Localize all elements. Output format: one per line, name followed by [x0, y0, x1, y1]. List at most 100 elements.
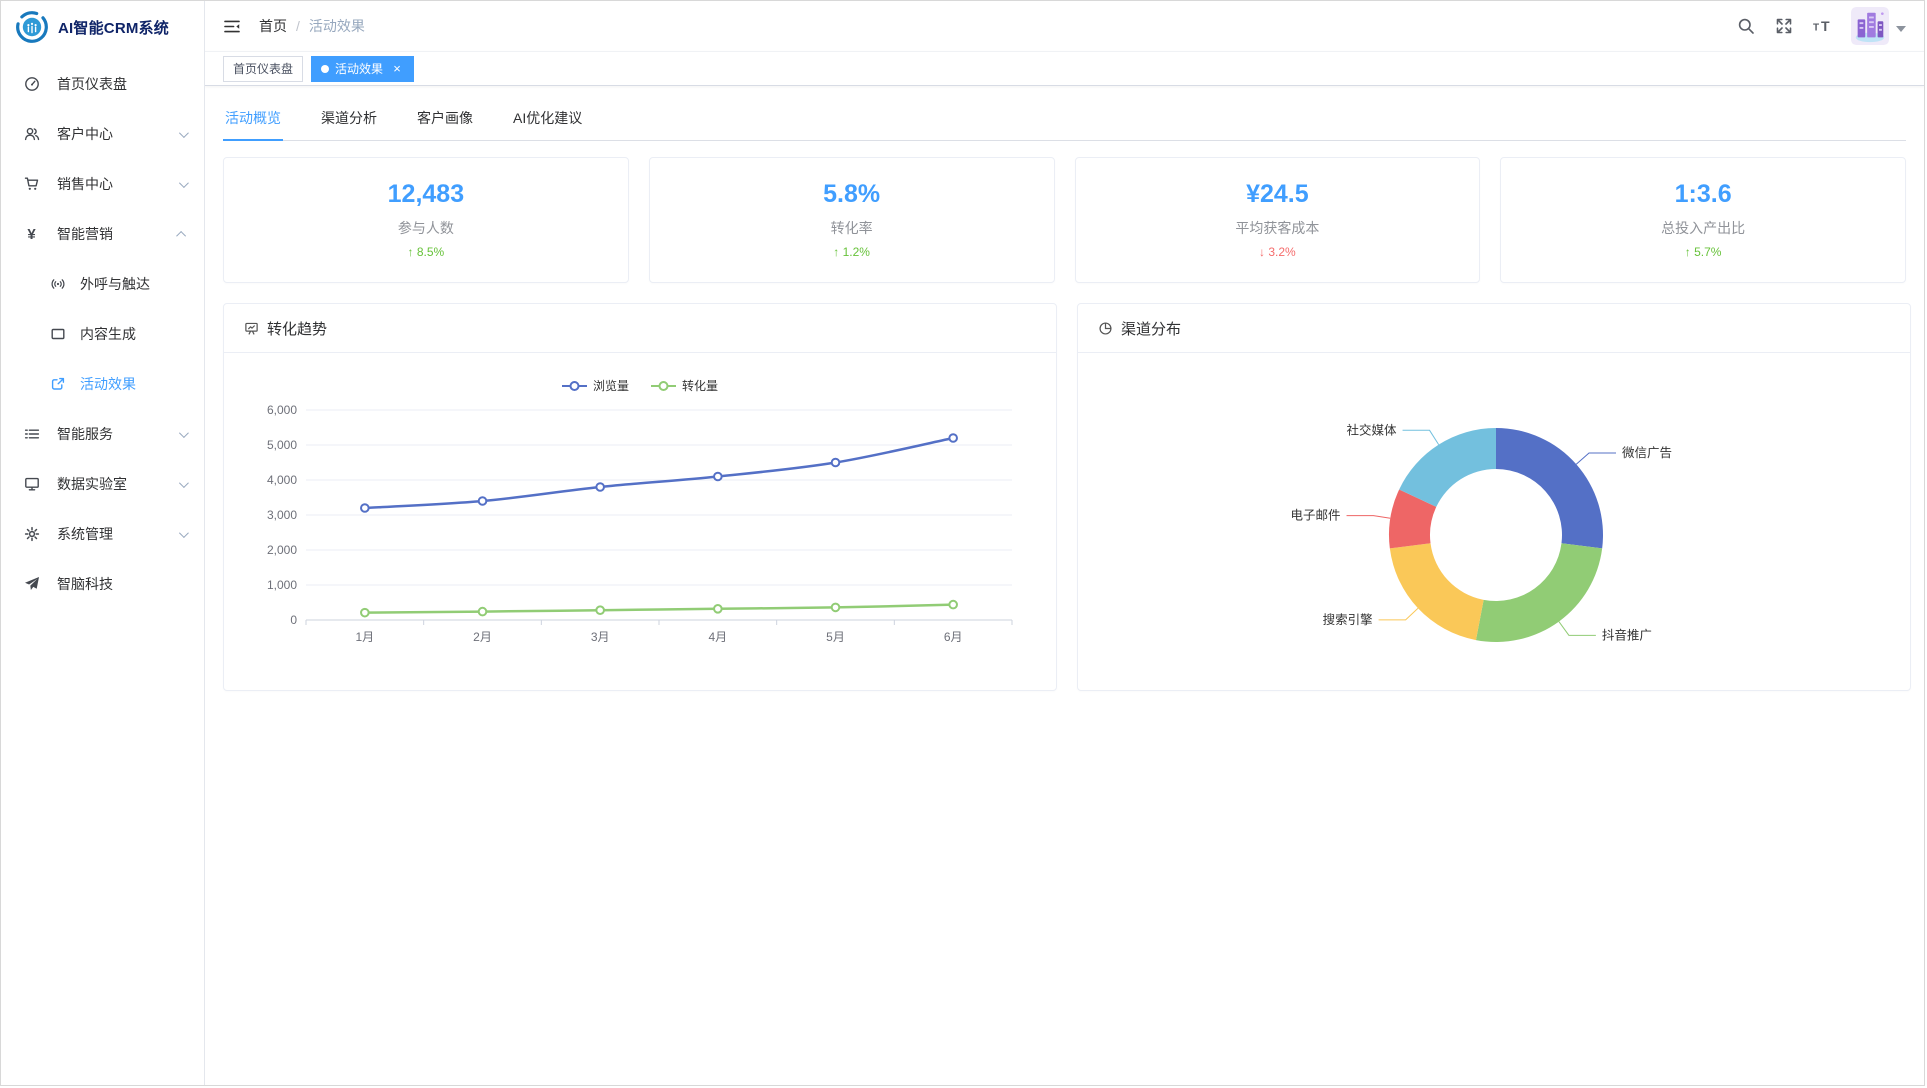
breadcrumb-home[interactable]: 首页	[259, 16, 287, 36]
content: 活动概览渠道分析客户画像 AI优化建议 12,483 参与人数 ↑ 8.5% 5.8%转…	[205, 86, 1924, 1085]
trend-panel: 转化趋势 浏览量 转化量 0 1,000 2,000 3,000 4,000 5,000 6,…	[223, 303, 1057, 691]
stat-card: 5.8%转化率↑ 1.2%	[649, 157, 1055, 283]
sidebar-item-label: 智能服务	[57, 424, 179, 444]
trend-panel-header: 转化趋势	[224, 304, 1056, 353]
svg-text:1,000: 1,000	[267, 578, 297, 592]
lab-icon	[23, 476, 40, 492]
stat-trend: ↑ 8.5%	[408, 245, 445, 259]
sidebar-item-customer-center[interactable]: 客户中心	[1, 109, 204, 159]
stat-value: ¥24.5	[1246, 181, 1309, 209]
line-chart: 01,0002,0003,0004,0005,0006,0001月2月3月4月5…	[244, 396, 1036, 658]
pie-chart-icon	[1098, 321, 1113, 336]
font-size-icon[interactable]: T T	[1811, 16, 1835, 36]
gear-icon	[23, 526, 40, 542]
cart-icon	[23, 176, 40, 192]
svg-text:6月: 6月	[944, 630, 963, 644]
chevron-down-icon	[179, 178, 189, 188]
channel-panel-title: 渠道分布	[1121, 318, 1181, 339]
svg-text:社交媒体: 社交媒体	[1347, 422, 1398, 437]
tab-customer-profile[interactable]: 客户画像	[415, 98, 475, 140]
stat-label: 转化率	[831, 218, 873, 238]
sidebar-item-label: 智脑科技	[57, 574, 186, 594]
legend-item-转化量[interactable]: 转化量	[651, 377, 718, 394]
channel-panel-body: 微信广告抖音推广 搜索引擎 电子邮件 社交媒体	[1078, 353, 1910, 695]
breadcrumb: 首页 / 活动效果	[259, 16, 365, 36]
users-icon	[23, 126, 40, 142]
sidebar-item-sales-center[interactable]: 销售中心	[1, 159, 204, 209]
avatar	[1851, 7, 1889, 45]
sidebar-item-smart-marketing[interactable]: ¥ 智能营销	[1, 209, 204, 259]
svg-text:T: T	[1813, 23, 1819, 34]
svg-text:抖音推广: 抖音推广	[1602, 627, 1652, 642]
channel-panel: 渠道分布 微信广告抖音推广 搜索引擎 电子邮件 社交媒体	[1077, 303, 1911, 691]
stat-card: 12,483 参与人数 ↑ 8.5%	[223, 157, 629, 283]
search-icon[interactable]	[1735, 15, 1757, 37]
breadcrumb-current: 活动效果	[309, 16, 365, 36]
main-column: 首页 / 活动效果 T T	[205, 1, 1924, 1085]
sidebar-item-data-lab[interactable]: 数据实验室	[1, 459, 204, 509]
svg-text:4,000: 4,000	[267, 473, 297, 487]
svg-text:2,000: 2,000	[267, 543, 297, 557]
sidebar-item-outbound-reach[interactable]: 外呼与触达	[1, 259, 204, 309]
sidebar-item-content-generation[interactable]: 内容生成	[1, 309, 204, 359]
chevron-down-icon	[179, 478, 189, 488]
stat-value: 12,483	[388, 181, 464, 209]
svg-text:T: T	[1821, 18, 1830, 34]
sidebar-item-label: 智能营销	[57, 224, 179, 244]
active-tag-dot	[321, 65, 329, 73]
collapse-sidebar-icon[interactable]	[223, 19, 241, 34]
stat-trend: ↓ 3.2%	[1259, 245, 1296, 259]
dashboard-icon	[23, 76, 40, 92]
sidebar-item-campaign-effect[interactable]: 活动效果	[1, 359, 204, 409]
svg-text:3,000: 3,000	[267, 508, 297, 522]
trend-legend: 浏览量 转化量	[562, 377, 718, 394]
tags-bar: 首页仪表盘 活动效果 ×	[205, 51, 1924, 86]
legend-marker	[562, 380, 587, 392]
trend-panel-body: 浏览量转化量 01,0002,0003,0004,0005,0006,0001月…	[224, 353, 1056, 690]
svg-text:0: 0	[290, 613, 297, 627]
stat-value: 1:3.6	[1675, 181, 1732, 209]
svg-text:微信广告: 微信广告	[1622, 446, 1672, 460]
svg-text:6,000: 6,000	[267, 403, 297, 417]
sidebar-item-smart-service[interactable]: 智能服务	[1, 409, 204, 459]
stat-label: 参与人数	[398, 218, 454, 238]
app-logo[interactable]: AI智能CRM系统	[1, 1, 204, 53]
breadcrumb-separator: /	[296, 18, 300, 34]
navbar-actions: T T	[1735, 7, 1906, 45]
sidebar-item-label: 销售中心	[57, 174, 179, 194]
tag-label: 活动效果	[335, 60, 383, 77]
stat-card: ¥24.5 平均获客成本 ↓ 3.2%	[1075, 157, 1481, 283]
chevron-down-icon	[179, 428, 189, 438]
svg-text:电子邮件: 电子邮件	[1291, 509, 1341, 523]
sidebar-item-label: 外呼与触达	[80, 274, 186, 294]
tab-channel-analysis[interactable]: 渠道分析	[319, 98, 379, 140]
stat-cards: 12,483 参与人数 ↑ 8.5% 5.8%转化率↑ 1.2% ¥24.5 平均获客成本…	[223, 157, 1906, 283]
tag-dashboard[interactable]: 首页仪表盘	[223, 56, 303, 82]
fullscreen-icon[interactable]	[1773, 15, 1795, 37]
service-icon	[23, 426, 40, 442]
svg-text:5,000: 5,000	[267, 438, 297, 452]
tabs: 活动概览渠道分析客户画像 AI优化建议	[223, 98, 1906, 141]
logo-icon	[15, 10, 49, 44]
yen-icon: ¥	[23, 227, 40, 242]
sidebar-item-dashboard[interactable]: 首页仪表盘	[1, 59, 204, 109]
svg-text:4月: 4月	[708, 630, 727, 644]
sidebar-item-system-management[interactable]: 系统管理	[1, 509, 204, 559]
chart-row: 转化趋势 浏览量 转化量 0 1,000 2,000 3,000 4,000 5,000 6,…	[223, 303, 1906, 691]
sidebar-item-zhinao-tech[interactable]: 智脑科技	[1, 559, 204, 609]
svg-text:搜索引擎: 搜索引擎	[1323, 612, 1373, 627]
app-window: AI智能CRM系统 首页仪表盘客户中心销售中心¥智能营销外呼与触达内容生成活动效…	[0, 0, 1925, 1086]
legend-item-浏览量[interactable]: 浏览量	[562, 377, 629, 394]
stat-label: 平均获客成本	[1235, 218, 1319, 238]
broadcast-icon	[49, 276, 66, 292]
close-icon[interactable]: ×	[390, 62, 404, 76]
tag-campaign-effect[interactable]: 活动效果 ×	[311, 56, 414, 82]
tag-label: 首页仪表盘	[233, 60, 293, 77]
tab-ai-suggestions[interactable]: AI优化建议	[511, 98, 584, 140]
external-link-icon	[49, 376, 66, 392]
user-menu[interactable]	[1851, 7, 1906, 45]
tab-overview[interactable]: 活动概览	[223, 98, 283, 140]
sidebar-item-label: 系统管理	[57, 524, 179, 544]
sidebar-menu: 首页仪表盘客户中心销售中心 ¥ 智能营销外呼与触达内容生成活动效果智能服务数据实验室…	[1, 53, 204, 609]
chevron-down-icon	[179, 528, 189, 538]
